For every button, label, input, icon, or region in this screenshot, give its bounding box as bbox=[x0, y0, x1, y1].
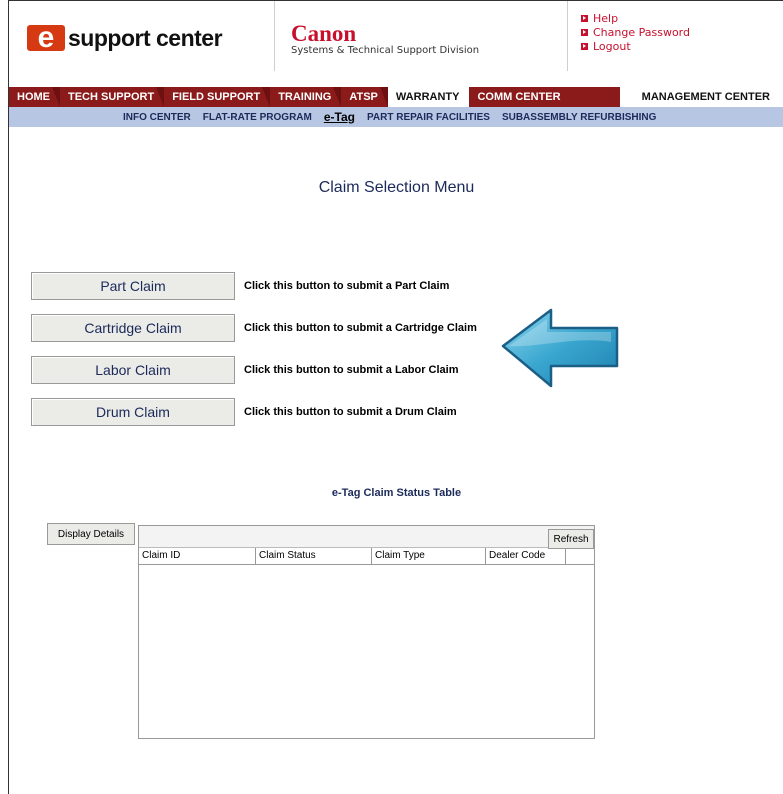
table-header: Claim ID Claim Status Claim Type Dealer … bbox=[139, 548, 594, 565]
part-claim-button[interactable]: Part Claim bbox=[31, 272, 235, 300]
bullet-arrow-icon bbox=[581, 28, 588, 36]
bullet-arrow-icon bbox=[581, 42, 588, 50]
logout-link[interactable]: Logout bbox=[581, 39, 690, 53]
refresh-button[interactable]: Refresh bbox=[548, 529, 594, 549]
subnav-etag[interactable]: e-Tag bbox=[324, 110, 355, 124]
subnav-part-repair-facilities[interactable]: PART REPAIR FACILITIES bbox=[367, 112, 490, 123]
help-link-label: Help bbox=[593, 11, 619, 25]
left-arrow-icon bbox=[501, 308, 619, 388]
drum-claim-description: Click this button to submit a Drum Claim bbox=[244, 406, 457, 418]
page-frame: e support center Canon Systems & Technic… bbox=[8, 0, 783, 794]
status-table-title: e-Tag Claim Status Table bbox=[331, 487, 462, 499]
labor-claim-button[interactable]: Labor Claim bbox=[31, 356, 235, 384]
subnav-flat-rate-program[interactable]: FLAT-RATE PROGRAM bbox=[203, 112, 312, 123]
tab-management-center[interactable]: MANAGEMENT CENTER bbox=[619, 87, 783, 107]
tab-comm-center[interactable]: COMM CENTER bbox=[469, 87, 570, 107]
tab-warranty[interactable]: WARRANTY bbox=[387, 87, 470, 107]
drum-claim-button[interactable]: Drum Claim bbox=[31, 398, 235, 426]
claim-status-table: Refresh Claim ID Claim Status Claim Type… bbox=[138, 525, 595, 739]
tab-field-support[interactable]: FIELD SUPPORT bbox=[164, 87, 271, 107]
cartridge-claim-description: Click this button to submit a Cartridge … bbox=[244, 322, 477, 334]
part-claim-description: Click this button to submit a Part Claim bbox=[244, 280, 450, 292]
col-claim-status[interactable]: Claim Status bbox=[256, 548, 372, 564]
labor-claim-description: Click this button to submit a Labor Clai… bbox=[244, 364, 459, 376]
tab-training[interactable]: TRAINING bbox=[270, 87, 342, 107]
bullet-arrow-icon bbox=[581, 14, 588, 22]
subnav-info-center[interactable]: INFO CENTER bbox=[123, 112, 191, 123]
page-title: Claim Selection Menu bbox=[318, 179, 475, 196]
canon-subtitle: Systems & Technical Support Division bbox=[291, 45, 480, 56]
help-link[interactable]: Help bbox=[581, 11, 690, 25]
change-password-label: Change Password bbox=[593, 25, 690, 39]
header-divider bbox=[567, 1, 568, 71]
logo-e-mark: e bbox=[27, 23, 65, 53]
col-claim-type[interactable]: Claim Type bbox=[372, 548, 486, 564]
esupport-logo[interactable]: e support center bbox=[27, 23, 223, 53]
tab-home[interactable]: HOME bbox=[9, 87, 60, 107]
cartridge-claim-button[interactable]: Cartridge Claim bbox=[31, 314, 235, 342]
tab-tech-support[interactable]: TECH SUPPORT bbox=[60, 87, 165, 107]
table-toolbar: Refresh bbox=[139, 526, 594, 549]
col-dealer-code[interactable]: Dealer Code bbox=[486, 548, 566, 564]
subnav-subassembly-refurbishing[interactable]: SUBASSEMBLY REFURBISHING bbox=[502, 112, 656, 123]
canon-logo: Canon bbox=[291, 21, 357, 46]
table-body bbox=[139, 565, 594, 735]
logout-label: Logout bbox=[593, 39, 631, 53]
sub-nav: INFO CENTER FLAT-RATE PROGRAM e-Tag PART… bbox=[9, 107, 783, 127]
logo-text: support center bbox=[68, 24, 223, 51]
tab-atsp[interactable]: ATSP bbox=[341, 87, 388, 107]
change-password-link[interactable]: Change Password bbox=[581, 25, 690, 39]
col-claim-id[interactable]: Claim ID bbox=[139, 548, 256, 564]
main-nav: HOME TECH SUPPORT FIELD SUPPORT TRAINING… bbox=[9, 87, 783, 107]
display-details-button[interactable]: Display Details bbox=[47, 523, 135, 545]
top-links: Help Change Password Logout bbox=[581, 11, 690, 53]
header-divider bbox=[274, 1, 275, 71]
